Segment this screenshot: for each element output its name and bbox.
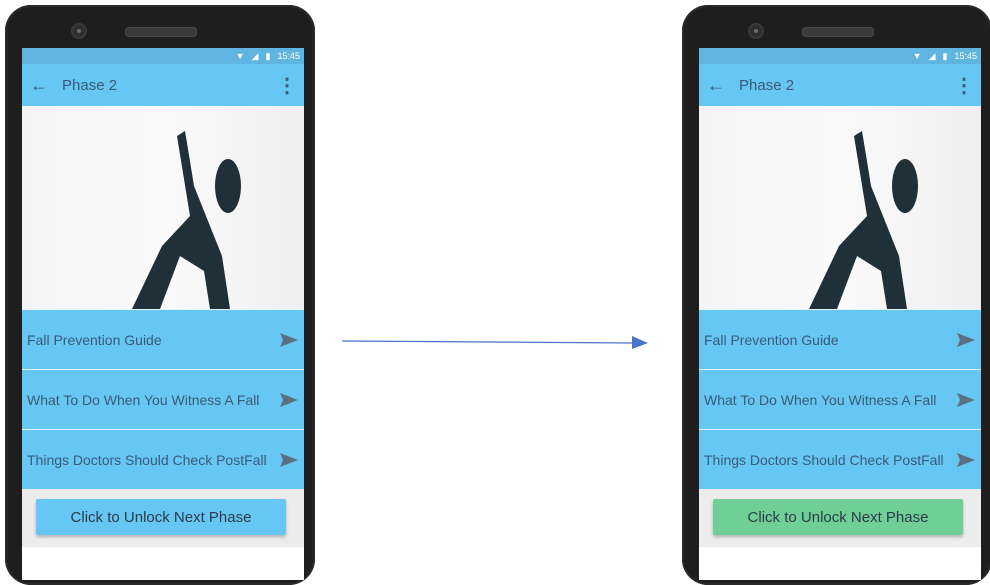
- battery-icon: ▮: [265, 50, 271, 61]
- phone-screen: ▼ ◢ ▮ 15:45 ← Phase 2 ⋮ Fall Prevention …: [22, 48, 304, 580]
- send-arrow-icon: [955, 451, 977, 469]
- fall-illustration: [22, 106, 304, 309]
- overflow-menu-icon[interactable]: ⋮: [953, 64, 975, 106]
- unlock-next-phase-button[interactable]: Click to Unlock Next Phase: [713, 499, 963, 535]
- send-arrow-icon: [955, 331, 977, 349]
- front-camera: [750, 25, 762, 37]
- signal-icon: ◢: [251, 50, 259, 61]
- back-arrow-icon[interactable]: ←: [701, 64, 731, 106]
- earpiece-speaker: [125, 27, 197, 37]
- overflow-menu-icon[interactable]: ⋮: [276, 64, 298, 106]
- menu-item-label: What To Do When You Witness A Fall: [27, 391, 260, 408]
- menu-item-witness-fall[interactable]: What To Do When You Witness A Fall: [699, 369, 981, 429]
- app-bar: ← Phase 2 ⋮: [22, 64, 304, 106]
- send-arrow-icon: [278, 391, 300, 409]
- menu-item-label: What To Do When You Witness A Fall: [704, 391, 937, 408]
- phone-screen: ▼ ◢ ▮ 15:45 ← Phase 2 ⋮ Fall Prevention …: [699, 48, 981, 580]
- page-title: Phase 2: [62, 76, 118, 94]
- phone-after: ▼ ◢ ▮ 15:45 ← Phase 2 ⋮ Fall Prevention …: [682, 5, 990, 585]
- menu-item-fall-prevention[interactable]: Fall Prevention Guide: [22, 309, 304, 369]
- send-arrow-icon: [278, 331, 300, 349]
- menu-item-fall-prevention[interactable]: Fall Prevention Guide: [699, 309, 981, 369]
- signal-icon: ◢: [928, 50, 936, 61]
- fall-illustration: [699, 106, 981, 309]
- menu-item-doctors-check[interactable]: Things Doctors Should Check PostFall: [699, 429, 981, 489]
- footer-area: Click to Unlock Next Phase: [699, 489, 981, 547]
- menu-item-label: Things Doctors Should Check PostFall: [27, 451, 267, 468]
- menu-item-label: Fall Prevention Guide: [27, 331, 162, 348]
- wifi-icon: ▼: [912, 50, 922, 61]
- menu-item-label: Fall Prevention Guide: [704, 331, 839, 348]
- menu-item-label: Things Doctors Should Check PostFall: [704, 451, 944, 468]
- back-arrow-icon[interactable]: ←: [24, 64, 54, 106]
- status-bar: ▼ ◢ ▮ 15:45: [22, 48, 304, 64]
- menu-item-witness-fall[interactable]: What To Do When You Witness A Fall: [22, 369, 304, 429]
- status-time: 15:45: [954, 51, 977, 61]
- phone-before: ▼ ◢ ▮ 15:45 ← Phase 2 ⋮ Fall Prevention …: [5, 5, 315, 585]
- unlock-next-phase-button[interactable]: Click to Unlock Next Phase: [36, 499, 286, 535]
- send-arrow-icon: [278, 451, 300, 469]
- send-arrow-icon: [955, 391, 977, 409]
- front-camera: [73, 25, 85, 37]
- menu-item-doctors-check[interactable]: Things Doctors Should Check PostFall: [22, 429, 304, 489]
- status-bar: ▼ ◢ ▮ 15:45: [699, 48, 981, 64]
- page-title: Phase 2: [739, 76, 795, 94]
- falling-person-icon: [132, 131, 241, 309]
- right-arrow-icon: [341, 336, 648, 349]
- status-time: 15:45: [277, 51, 300, 61]
- battery-icon: ▮: [942, 50, 948, 61]
- app-bar: ← Phase 2 ⋮: [699, 64, 981, 106]
- earpiece-speaker: [802, 27, 874, 37]
- wifi-icon: ▼: [235, 50, 245, 61]
- footer-area: Click to Unlock Next Phase: [22, 489, 304, 547]
- falling-person-icon: [809, 131, 918, 309]
